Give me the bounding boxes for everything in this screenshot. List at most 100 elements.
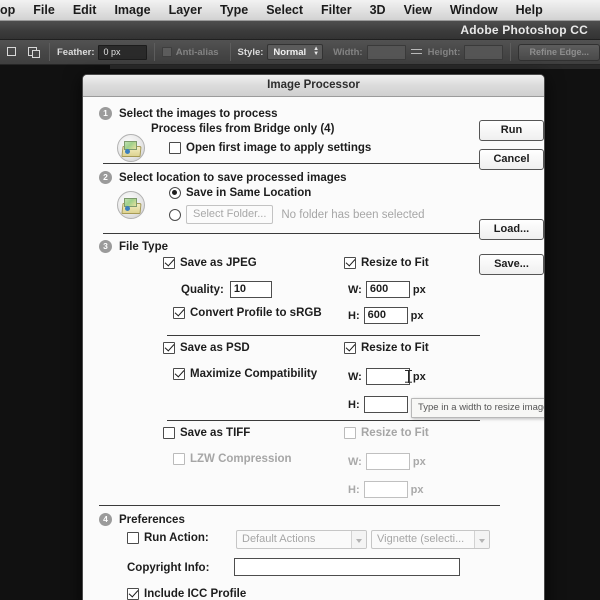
section-1-badge: 1 — [99, 107, 112, 120]
menu-item-select[interactable]: Select — [257, 0, 312, 20]
style-label: Style: — [237, 46, 264, 58]
psd-resize-to-fit-checkbox[interactable] — [344, 342, 356, 354]
destination-folder-icon — [117, 191, 145, 219]
jpeg-resize-to-fit-checkbox[interactable] — [344, 257, 356, 269]
save-same-location-radio[interactable] — [169, 187, 181, 199]
jpeg-width-input[interactable]: 600 — [365, 281, 410, 298]
jpeg-options-group: Save as JPEG Resize to Fit Quality: 10 W… — [99, 257, 528, 335]
dialog-title: Image Processor — [267, 79, 360, 91]
options-divider-1 — [49, 43, 50, 61]
photoshop-window: op File Edit Image Layer Type Select Fil… — [0, 0, 600, 600]
folder-status-text: No folder has been selected — [281, 208, 425, 221]
menu-item-view[interactable]: View — [395, 0, 441, 20]
add-to-selection-icon[interactable] — [27, 45, 42, 60]
menu-item-edit[interactable]: Edit — [64, 0, 106, 20]
section-1-title: Select the images to process — [119, 107, 278, 120]
convert-profile-srgb-label: Convert Profile to sRGB — [190, 307, 322, 319]
run-action-label: Run Action: — [144, 532, 209, 544]
menu-item-file[interactable]: File — [24, 0, 64, 20]
lzw-compression-label: LZW Compression — [190, 453, 292, 465]
action-set-chevron-down-icon — [351, 531, 366, 548]
menu-item-3d[interactable]: 3D — [361, 0, 395, 20]
psd-width-input[interactable] — [365, 368, 410, 385]
style-select-value: Normal — [273, 46, 307, 58]
refine-edge-button[interactable]: Refine Edge... — [518, 43, 600, 61]
save-as-tiff-checkbox[interactable] — [163, 427, 175, 439]
open-first-image-checkbox[interactable] — [169, 142, 181, 154]
maximize-compatibility-label: Maximize Compatibility — [190, 368, 318, 380]
copyright-label: Copyright Info: — [127, 562, 210, 574]
menu-item-photoshop[interactable]: op — [0, 0, 24, 20]
jpeg-resize-to-fit-label: Resize to Fit — [361, 257, 429, 269]
jpeg-height-unit: px — [410, 309, 424, 322]
action-chevron-down-icon — [474, 531, 489, 548]
divider-2 — [103, 233, 480, 234]
tiff-resize-to-fit-label: Resize to Fit — [361, 427, 429, 439]
new-selection-icon[interactable] — [6, 45, 21, 60]
width-input[interactable] — [366, 44, 406, 60]
include-icc-profile-checkbox[interactable] — [127, 588, 139, 600]
include-icc-profile-label: Include ICC Profile — [144, 588, 247, 600]
anti-alias-checkbox[interactable] — [161, 47, 172, 57]
tiff-resize-to-fit-checkbox[interactable] — [344, 427, 356, 439]
psd-width-unit: px — [412, 370, 426, 383]
tiff-width-label: W: — [348, 455, 362, 468]
save-custom-folder-radio[interactable] — [169, 208, 181, 221]
menu-bar: op File Edit Image Layer Type Select Fil… — [0, 0, 600, 21]
section-4-title: Preferences — [119, 513, 185, 526]
tiff-height-unit: px — [410, 483, 424, 496]
section-3-title: File Type — [119, 240, 168, 253]
source-folder-icon — [117, 134, 145, 162]
options-divider-3 — [229, 43, 231, 61]
resize-width-tooltip: Type in a width to resize image — [411, 398, 544, 418]
dialog-body: Run Cancel Load... Save... 1 Select the … — [83, 107, 544, 600]
options-bar: Feather: 0 px Anti-alias Style: Normal ▲… — [0, 40, 600, 65]
width-label: Width: — [333, 46, 363, 58]
menu-item-window[interactable]: Window — [441, 0, 507, 20]
section-2-header: 2 Select location to save processed imag… — [99, 171, 528, 184]
select-folder-button[interactable]: Select Folder... — [186, 205, 274, 224]
tiff-width-unit: px — [412, 455, 426, 468]
feather-input[interactable]: 0 px — [98, 44, 147, 60]
image-processor-dialog: Image Processor Run Cancel Load... Save.… — [82, 74, 545, 600]
tiff-height-input[interactable] — [363, 481, 408, 498]
jpeg-height-input[interactable]: 600 — [363, 307, 408, 324]
section-1-content: Process files from Bridge only (4) Open … — [117, 123, 528, 162]
menu-item-image[interactable]: Image — [105, 0, 159, 20]
style-select[interactable]: Normal ▲ ▼ — [267, 44, 324, 60]
section-1-header: 1 Select the images to process — [99, 107, 528, 120]
tiff-width-input[interactable] — [365, 453, 410, 470]
menu-item-help[interactable]: Help — [507, 0, 552, 20]
swap-dimensions-icon[interactable] — [410, 46, 424, 58]
save-as-tiff-label: Save as TIFF — [180, 427, 251, 439]
jpeg-quality-input[interactable]: 10 — [229, 281, 272, 298]
section-4-header: 4 Preferences — [99, 513, 528, 526]
document-tab-strip — [110, 65, 600, 69]
save-as-jpeg-checkbox[interactable] — [163, 257, 175, 269]
psd-height-label: H: — [348, 398, 360, 411]
copyright-input[interactable] — [234, 558, 460, 576]
section-4-content: Run Action: Default Actions Vignette (se… — [99, 530, 528, 600]
psd-height-input[interactable] — [363, 396, 408, 413]
section-2-title: Select location to save processed images — [119, 171, 347, 184]
height-input[interactable] — [464, 44, 504, 60]
menu-item-type[interactable]: Type — [211, 0, 257, 20]
divider-3 — [99, 505, 500, 506]
run-action-checkbox[interactable] — [127, 532, 139, 544]
menu-item-filter[interactable]: Filter — [312, 0, 361, 20]
maximize-compatibility-checkbox[interactable] — [173, 368, 185, 380]
convert-profile-srgb-checkbox[interactable] — [173, 307, 185, 319]
action-set-select[interactable]: Default Actions — [236, 530, 367, 549]
dialog-title-bar[interactable]: Image Processor — [83, 75, 544, 97]
save-as-jpeg-label: Save as JPEG — [180, 257, 257, 269]
jpeg-quality-label: Quality: — [181, 283, 224, 296]
psd-options-group: Save as PSD Resize to Fit Maximize Compa… — [99, 342, 544, 420]
action-set-value: Default Actions — [242, 533, 316, 545]
application-title: Adobe Photoshop CC — [460, 23, 588, 37]
menu-item-layer[interactable]: Layer — [160, 0, 211, 20]
jpeg-height-label: H: — [348, 309, 360, 322]
save-same-location-label: Save in Same Location — [186, 187, 312, 199]
action-select[interactable]: Vignette (selecti... — [371, 530, 490, 549]
save-as-psd-checkbox[interactable] — [163, 342, 175, 354]
lzw-compression-checkbox[interactable] — [173, 453, 185, 465]
